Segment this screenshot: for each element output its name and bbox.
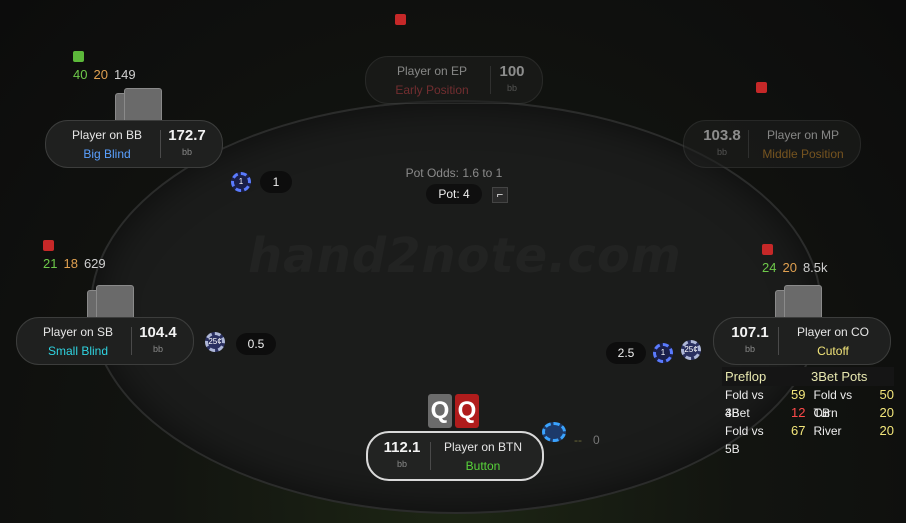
player-position: Early Position <box>395 83 469 97</box>
co-chip-icon: 25¢ <box>681 340 701 360</box>
co-status-indicator <box>762 244 773 255</box>
stat-label: 4Bet <box>725 406 750 420</box>
hud-stat-hands: 149 <box>113 67 136 82</box>
stat-value: 20 <box>879 405 894 420</box>
stat-label: Turn <box>813 406 838 420</box>
co-bet-amount: 2.5 <box>606 342 646 364</box>
hud-stat-hands: 629 <box>83 256 106 271</box>
stats-row: Fold vs 5B 67 River 20 <box>722 422 894 456</box>
seat-bb[interactable]: Player on BB Big Blind 172.7 bb <box>45 120 223 168</box>
stats-header-3bet-pots: 3Bet Pots <box>811 369 868 384</box>
stats-row: 4Bet 12 Turn 20 <box>722 404 894 422</box>
player-name: Player on CO <box>796 325 870 339</box>
seat-btn[interactable]: 112.1 bb Player on BTN Button <box>366 431 544 481</box>
pot-odds-label: Pot Odds: 1.6 to 1 <box>405 166 503 180</box>
seat-sb[interactable]: Player on SB Small Blind 104.4 bb <box>16 317 194 365</box>
hud-stat-vpip: 24 <box>762 260 777 275</box>
stat-value: 12 <box>791 405 806 420</box>
stats-header: Preflop 3Bet Pots <box>722 367 894 386</box>
stack-unit: bb <box>152 344 163 354</box>
hud-bb[interactable]: 40 20 149 <box>73 67 142 82</box>
stats-row: Fold vs 3B 59 Fold vs CB 50 <box>722 386 894 420</box>
seat-ep[interactable]: Player on EP Early Position 100 bb <box>365 56 543 104</box>
stat-value: 67 <box>791 423 806 438</box>
stack-unit: bb <box>744 344 755 354</box>
player-name: Player on EP <box>396 64 468 78</box>
stack-unit: bb <box>716 147 727 157</box>
stack-amount: 103.8 <box>703 127 741 144</box>
hud-stat-pfr: 18 <box>63 256 78 271</box>
seat-divider <box>748 130 749 158</box>
stack-amount: 112.1 <box>383 439 421 456</box>
player-name: Player on SB <box>42 325 114 339</box>
stack-amount: 104.4 <box>139 324 177 341</box>
co-chip-icon: 1 <box>653 343 673 363</box>
bb-bet-amount: 1 <box>260 171 292 193</box>
hud-stat-pfr: 20 <box>93 67 108 82</box>
seat-divider <box>778 327 779 355</box>
player-position: Button <box>465 459 501 473</box>
player-position: Middle Position <box>762 147 844 161</box>
stat-value: 20 <box>879 423 894 438</box>
stat-label: Fold vs CB <box>813 388 853 420</box>
stack-unit: bb <box>506 83 517 93</box>
hud-stat-hands: 8.5k <box>802 260 828 275</box>
sb-status-indicator <box>43 240 54 251</box>
stat-label: River <box>813 424 842 438</box>
player-name: Player on MP <box>766 128 840 142</box>
mp-status-indicator <box>756 82 767 93</box>
player-position: Small Blind <box>47 344 109 358</box>
dealer-chip-icon <box>542 422 566 442</box>
stat-value: 59 <box>791 387 806 402</box>
hud-stat-vpip: 21 <box>43 256 58 271</box>
stack-unit: bb <box>181 147 192 157</box>
player-position: Big Blind <box>83 147 131 161</box>
stat-value: 50 <box>879 387 894 402</box>
stack-amount: 107.1 <box>731 324 769 341</box>
stack-amount: 100 <box>499 63 525 80</box>
hud-stat-pfr: 20 <box>782 260 797 275</box>
stack-unit: bb <box>396 459 407 469</box>
stat-label: Fold vs 3B <box>725 388 764 420</box>
player-name: Player on BTN <box>443 440 523 454</box>
stats-header-preflop: Preflop <box>725 369 767 384</box>
sb-chip-icon: 25¢ <box>205 332 225 352</box>
hero-card-1: Q <box>428 394 452 428</box>
hud-co[interactable]: 24 20 8.5k <box>762 260 834 275</box>
poker-table-view: hand2note.com Pot Odds: 1.6 to 1 Pot: 4 … <box>0 0 906 523</box>
bb-chip-icon: 1 <box>231 172 251 192</box>
player-name: Player on BB <box>71 128 143 142</box>
hud-stats-panel[interactable]: Preflop 3Bet Pots Fold vs 3B 59 Fold vs … <box>722 367 894 456</box>
bb-status-indicator <box>73 51 84 62</box>
pot-menu-icon[interactable]: ⌐ <box>492 187 508 203</box>
ep-status-indicator <box>395 14 406 25</box>
seat-mp[interactable]: 103.8 bb Player on MP Middle Position <box>683 120 861 168</box>
stat-label: Fold vs 5B <box>725 424 764 456</box>
hero-card-2: Q <box>455 394 479 428</box>
hud-stat-vpip: 40 <box>73 67 88 82</box>
stack-amount: 172.7 <box>168 127 206 144</box>
watermark: hand2note.com <box>248 228 682 284</box>
seat-co[interactable]: 107.1 bb Player on CO Cutoff <box>713 317 891 365</box>
hud-sb[interactable]: 21 18 629 <box>43 256 112 271</box>
pot-size: Pot: 4 <box>426 184 482 204</box>
btn-bet-amount: 0 <box>593 433 600 447</box>
sb-bet-amount: 0.5 <box>236 333 276 355</box>
btn-bet-dashes: -- <box>574 433 582 447</box>
player-position: Cutoff <box>817 344 849 358</box>
